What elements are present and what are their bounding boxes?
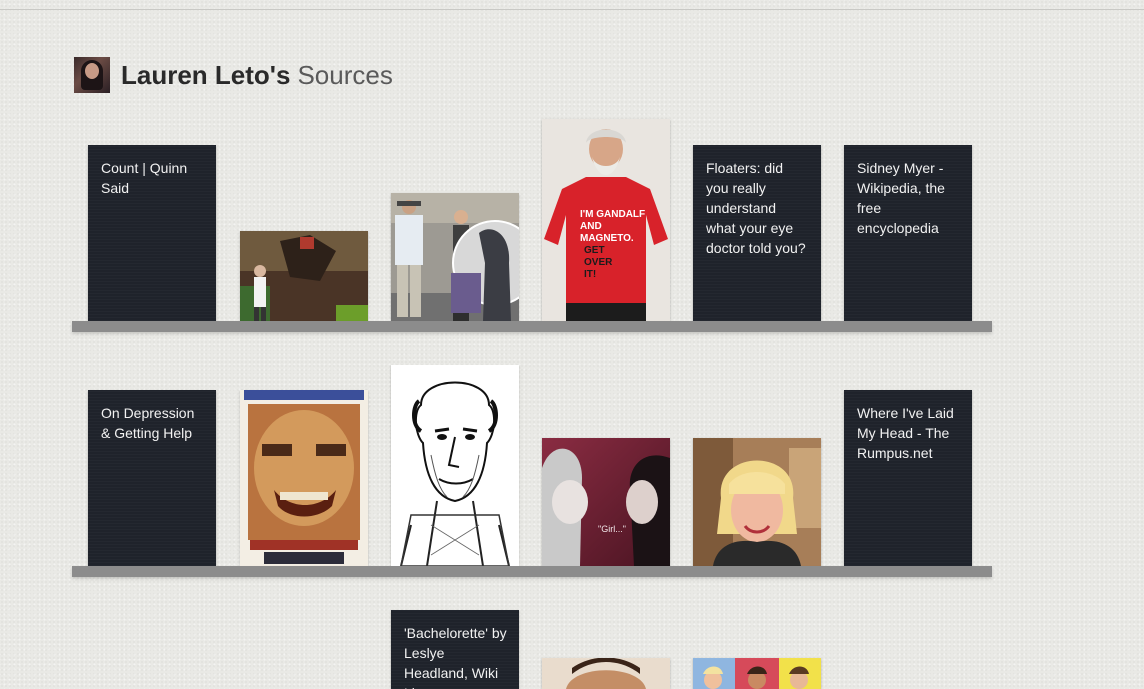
source-title: Count | Quinn Said <box>101 160 188 196</box>
shelf-2 <box>72 566 992 577</box>
shelf-1 <box>72 321 992 332</box>
blonde-woman-image <box>693 438 821 566</box>
blurry-face-image <box>240 390 368 566</box>
source-thumbnail[interactable] <box>240 231 368 321</box>
street-image <box>391 193 519 321</box>
source-card[interactable]: Count | Quinn Said <box>88 145 216 321</box>
page-title-suffix: Sources <box>297 59 393 90</box>
source-card[interactable]: On Depression & Getting Help <box>88 390 216 566</box>
source-card[interactable]: Sidney Myer - Wikipedia, the free encycl… <box>844 145 972 321</box>
source-thumbnail[interactable]: "Girl..." <box>542 438 670 566</box>
magazine-covers-image <box>693 658 821 689</box>
source-thumbnail[interactable]: I'M GANDALF AND MAGNETO. GET OVER IT! <box>542 119 670 321</box>
svg-text:IT!: IT! <box>584 269 596 280</box>
source-title: 'Bachelorette' by Leslye Headland, Wiki … <box>404 625 507 689</box>
svg-text:"Girl...": "Girl..." <box>598 524 626 534</box>
avatar[interactable] <box>74 57 110 93</box>
gandalf-shirt-image: I'M GANDALF AND MAGNETO. GET OVER IT! <box>542 119 670 321</box>
svg-text:GET: GET <box>584 245 605 256</box>
source-card[interactable]: Floaters: did you really understand what… <box>693 145 821 321</box>
source-thumbnail[interactable] <box>693 658 821 689</box>
svg-text:AND: AND <box>580 221 602 232</box>
svg-text:OVER: OVER <box>584 257 613 268</box>
source-thumbnail[interactable] <box>542 658 670 689</box>
source-thumbnail[interactable] <box>693 438 821 566</box>
source-title: Where I've Laid My Head - The Rumpus.net <box>857 405 954 461</box>
caricature-image <box>391 365 519 566</box>
page-title-name: Lauren Leto's <box>121 59 291 90</box>
source-title: On Depression & Getting Help <box>101 405 195 441</box>
top-divider <box>0 9 1144 10</box>
svg-text:I'M GANDALF: I'M GANDALF <box>580 209 645 220</box>
source-thumbnail[interactable] <box>391 365 519 566</box>
page-header: Lauren Leto's Sources <box>74 57 393 93</box>
source-card[interactable]: Where I've Laid My Head - The Rumpus.net <box>844 390 972 566</box>
protest-image <box>240 231 368 321</box>
source-title: Floaters: did you really understand what… <box>706 160 806 256</box>
source-thumbnail[interactable] <box>391 193 519 321</box>
two-women-image: "Girl..." <box>542 438 670 566</box>
source-card[interactable]: 'Bachelorette' by Leslye Headland, Wiki … <box>391 610 519 689</box>
source-title: Sidney Myer - Wikipedia, the free encycl… <box>857 160 945 236</box>
face-closeup-image <box>542 658 670 689</box>
svg-text:MAGNETO.: MAGNETO. <box>580 233 634 244</box>
source-thumbnail[interactable] <box>240 390 368 566</box>
